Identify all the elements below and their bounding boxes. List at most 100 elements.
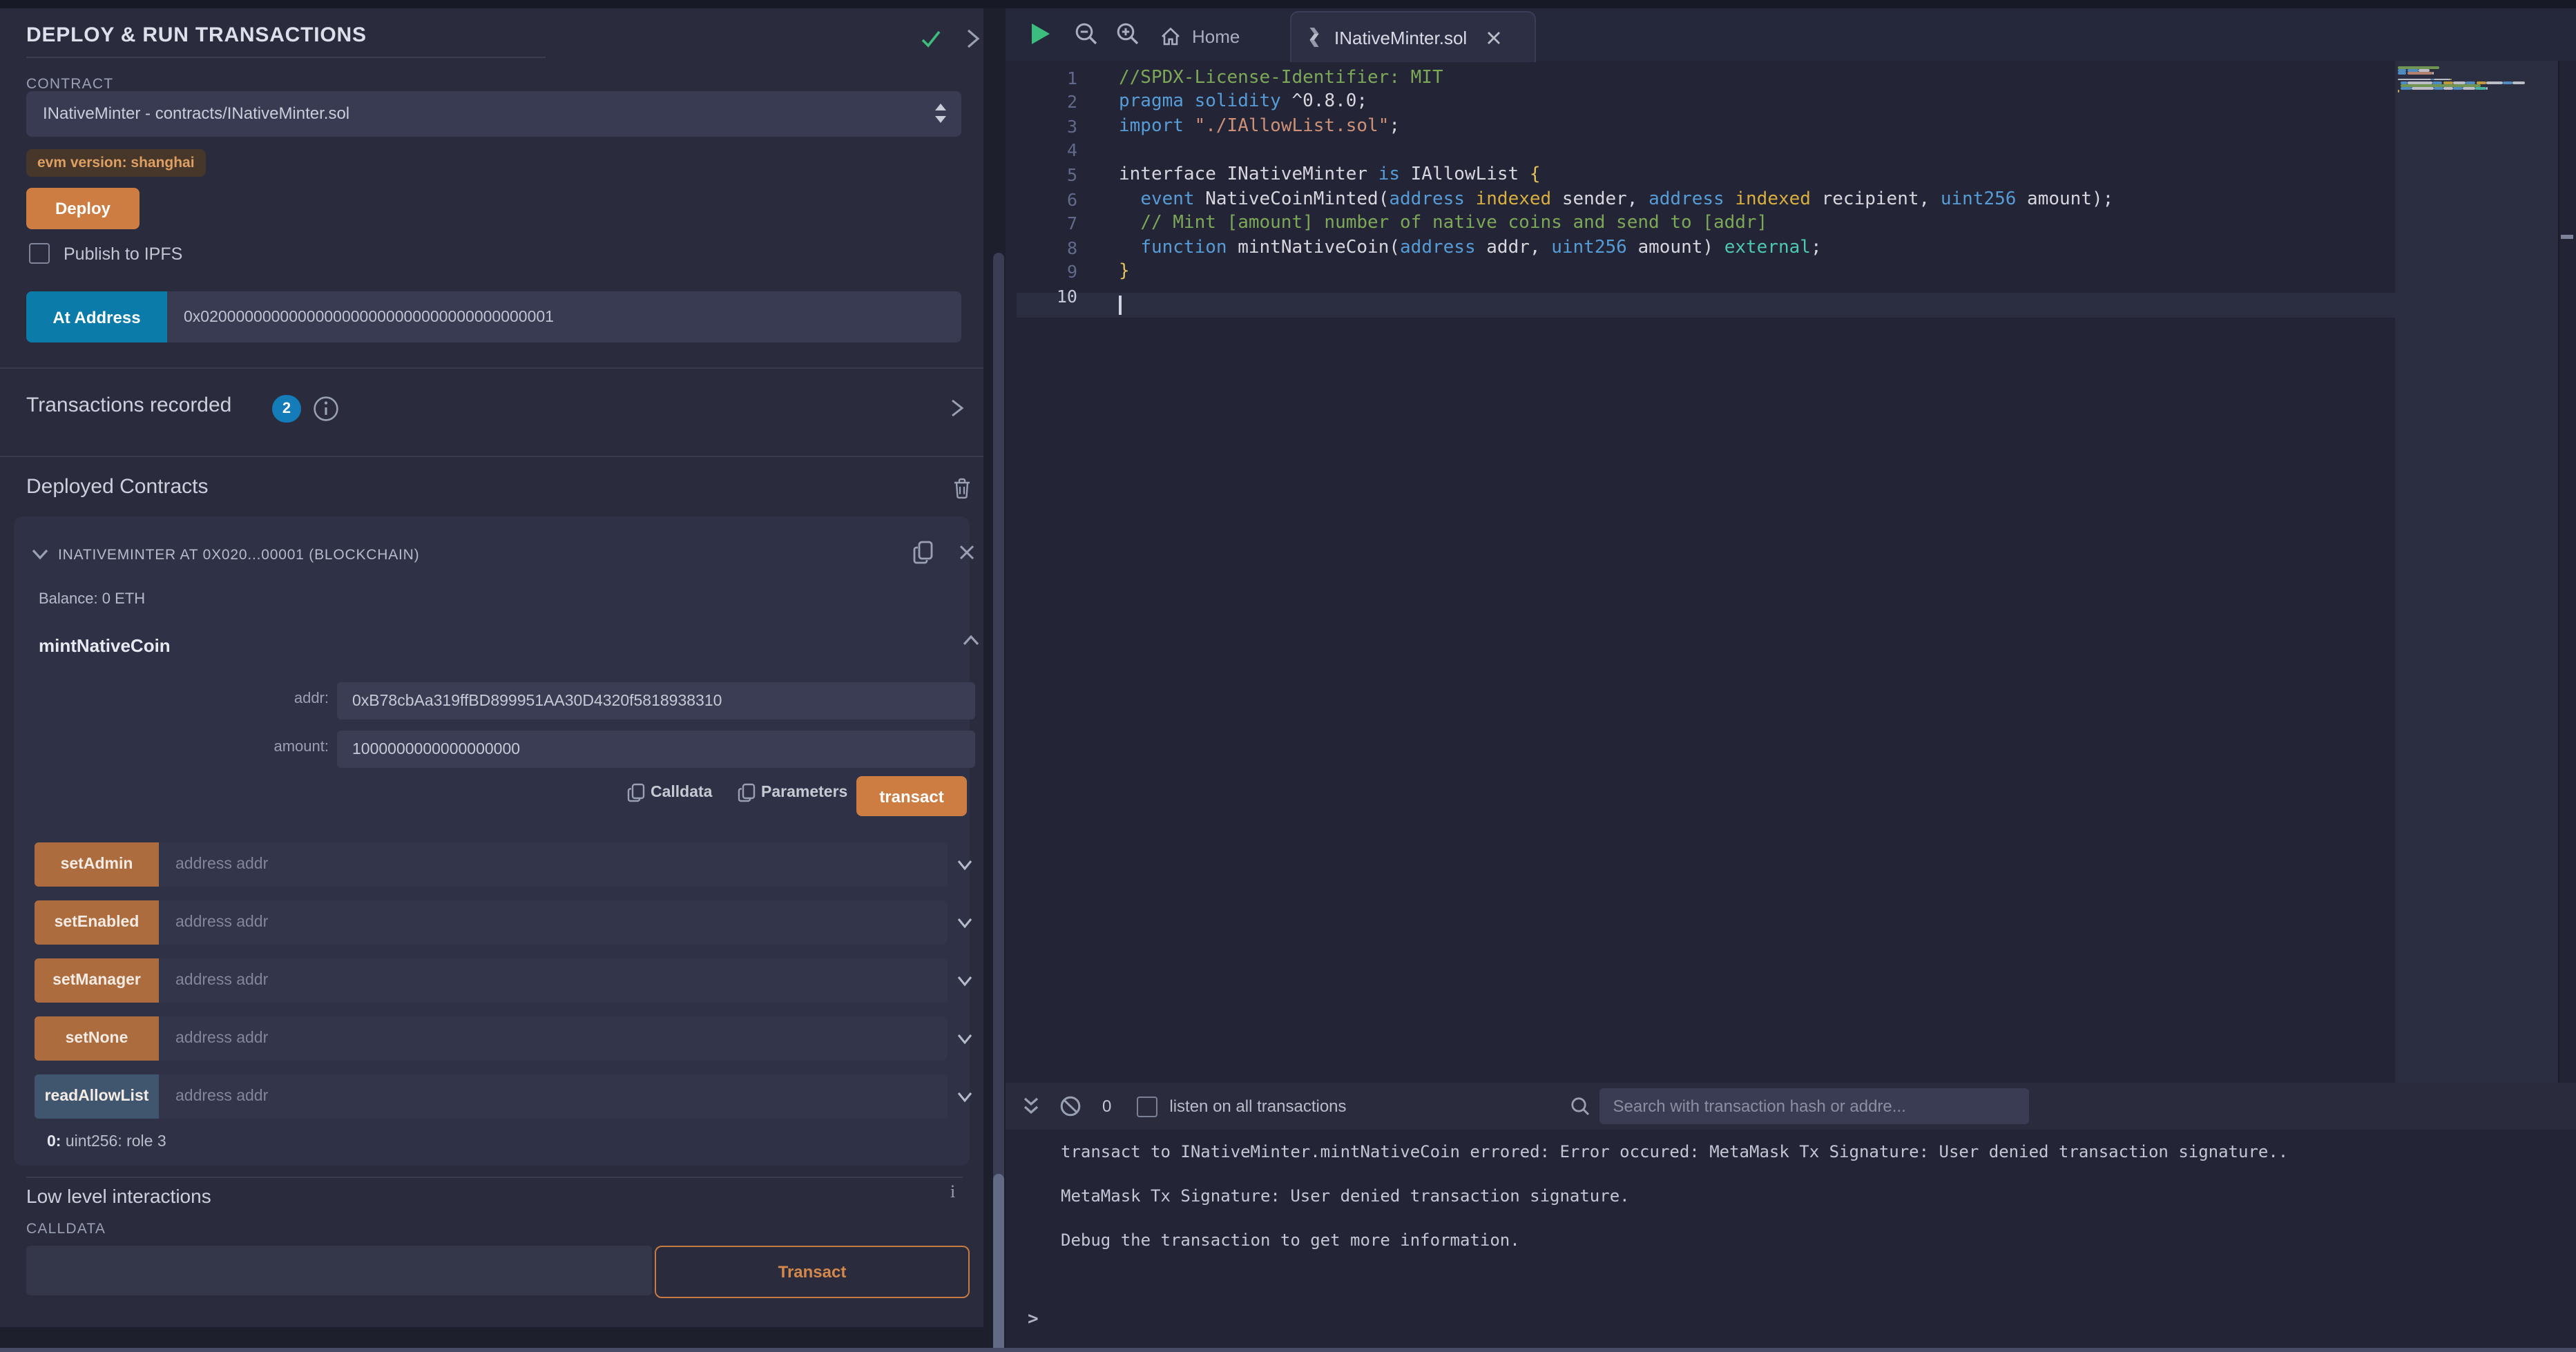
pending-tx-count: 0 <box>1102 1097 1111 1116</box>
code-line-1: //SPDX-License-Identifier: MIT <box>1119 66 2113 90</box>
at-address-button[interactable]: At Address <box>26 291 167 342</box>
remix-ide-window: DEPLOY & RUN TRANSACTIONS CONTRACT INati… <box>0 0 2576 1352</box>
minimap-line-9 <box>2398 90 2399 93</box>
code-line-7: // Mint [amount] number of native coins … <box>1119 211 2113 235</box>
deploy-button[interactable]: Deploy <box>26 188 140 229</box>
transactions-count-badge: 2 <box>272 395 301 423</box>
minimap[interactable] <box>2395 61 2558 1083</box>
select-updown-icon <box>934 102 948 124</box>
low-level-calldata-input[interactable] <box>26 1246 652 1295</box>
terminal-prompt[interactable]: > <box>1028 1309 1039 1330</box>
contract-select[interactable]: INativeMinter - contracts/INativeMinter.… <box>26 91 961 137</box>
terminal-logs: transact to INativeMinter.mintNativeCoin… <box>1061 1141 2288 1273</box>
home-icon <box>1160 26 1181 46</box>
line-number-1: 1 <box>1006 66 1077 90</box>
deploy-run-panel: DEPLOY & RUN TRANSACTIONS CONTRACT INati… <box>0 8 983 1327</box>
readAllowList-expand-chevron-icon[interactable] <box>948 1074 981 1119</box>
run-script-play-icon[interactable] <box>1030 22 1051 46</box>
terminal-log-1: transact to INativeMinter.mintNativeCoin… <box>1061 1141 2288 1163</box>
publish-ipfs-row: Publish to IPFS <box>29 243 182 264</box>
clear-contracts-trash-icon[interactable] <box>952 476 972 500</box>
copy-calldata-icon[interactable] <box>627 783 645 804</box>
zoom-in-icon[interactable] <box>1116 22 1140 46</box>
setManager-expand-chevron-icon[interactable] <box>948 958 981 1003</box>
amount-input[interactable]: 1000000000000000000 <box>337 731 975 768</box>
minimap-line-3 <box>2398 73 2406 75</box>
addr-input[interactable]: 0xB78cbAa319ffBD899951AA30D4320f58189383… <box>337 682 975 720</box>
setAdmin-button[interactable]: setAdmin <box>35 842 159 887</box>
close-tab-icon[interactable] <box>1486 30 1501 45</box>
contract-collapse-chevron-icon[interactable] <box>30 545 50 562</box>
code-line-8: function mintNativeCoin(address addr, ui… <box>1119 236 2113 260</box>
transactions-expand-chevron-icon[interactable] <box>948 398 965 418</box>
setEnabled-args-input[interactable] <box>159 900 948 945</box>
at-address-input[interactable]: 0x02000000000000000000000000000000000000… <box>167 291 961 342</box>
setManager-args-input[interactable] <box>159 958 948 1003</box>
deployed-contracts-title: Deployed Contracts <box>26 475 208 499</box>
setNone-expand-chevron-icon[interactable] <box>948 1016 981 1061</box>
setManager-button[interactable]: setManager <box>35 958 159 1003</box>
parameters-copy-label[interactable]: Parameters <box>761 784 847 801</box>
code-editor: Home INativeMinter.sol 12345678910 //SPD… <box>1006 8 2576 1083</box>
minimap-line-6 <box>2407 81 2432 84</box>
minimap-line-1 <box>2398 66 2439 69</box>
clear-console-ban-icon[interactable] <box>1059 1095 1082 1117</box>
minimap-line-2 <box>2419 69 2430 72</box>
tab-inativeminter[interactable]: INativeMinter.sol <box>1290 11 1536 62</box>
setAdmin-expand-chevron-icon[interactable] <box>948 842 981 887</box>
transact-button[interactable]: transact <box>856 776 967 816</box>
overview-ruler-mark <box>2561 235 2573 238</box>
panel-collapse-chevron-icon[interactable] <box>963 28 982 50</box>
function-collapse-chevron-up-icon[interactable] <box>961 632 981 649</box>
code-line-3: import "./IAllowList.sol"; <box>1119 115 2113 139</box>
minimap-line-6 <box>2453 81 2466 84</box>
panel-scrollbar-thumb[interactable] <box>993 1174 1004 1352</box>
minimap-line-8 <box>2412 87 2434 90</box>
calldata-copy-label[interactable]: Calldata <box>651 784 713 801</box>
low-level-transact-button[interactable]: Transact <box>655 1246 970 1298</box>
transactions-info-icon[interactable] <box>312 395 340 423</box>
function-row-setManager: setManager <box>35 958 981 1003</box>
low-level-info-icon[interactable]: i <box>950 1181 955 1203</box>
line-number-5: 5 <box>1006 163 1077 187</box>
code-lines: //SPDX-License-Identifier: MITpragma sol… <box>1119 66 2113 309</box>
setAdmin-args-input[interactable] <box>159 842 948 887</box>
setEnabled-button[interactable]: setEnabled <box>35 900 159 945</box>
minimap-line-8 <box>2453 87 2463 90</box>
minimap-line-8 <box>2434 87 2443 90</box>
section-divider <box>26 1177 963 1178</box>
copy-parameters-icon[interactable] <box>738 783 756 804</box>
readAllowList-button[interactable]: readAllowList <box>35 1074 159 1119</box>
terminal-log-3: Debug the transaction to get more inform… <box>1061 1229 2288 1251</box>
setNone-args-input[interactable] <box>159 1016 948 1061</box>
line-number-gutter: 12345678910 <box>1006 66 1077 309</box>
tab-home[interactable]: Home <box>1160 19 1240 52</box>
readAllowList-args-input[interactable] <box>159 1074 948 1119</box>
terminal-search-icon <box>1570 1097 1590 1116</box>
function-row-setAdmin: setAdmin <box>35 842 981 887</box>
overview-ruler[interactable] <box>2558 61 2576 1083</box>
low-level-title: Low level interactions <box>26 1185 211 1207</box>
minimap-line-8 <box>2443 87 2453 90</box>
minimap-line-6 <box>2486 81 2503 84</box>
line-number-2: 2 <box>1006 90 1077 114</box>
remove-instance-close-icon[interactable] <box>959 544 975 561</box>
function-output: 0: uint256: role 3 <box>47 1134 166 1150</box>
window-top-strip <box>0 0 2576 8</box>
code-area[interactable]: 12345678910 //SPDX-License-Identifier: M… <box>1006 61 2576 1083</box>
minimap-line-2 <box>2398 69 2406 72</box>
evm-version-badge: evm version: shanghai <box>26 149 206 177</box>
setNone-button[interactable]: setNone <box>35 1016 159 1061</box>
minimap-line-6 <box>2443 81 2453 84</box>
copy-address-icon[interactable] <box>912 540 935 566</box>
minimap-line-6 <box>2477 81 2486 84</box>
line-number-4: 4 <box>1006 139 1077 163</box>
setEnabled-expand-chevron-icon[interactable] <box>948 900 981 945</box>
listen-transactions-checkbox[interactable] <box>1136 1096 1157 1117</box>
publish-ipfs-checkbox[interactable] <box>29 243 50 264</box>
terminal-search-input[interactable] <box>1599 1088 2029 1124</box>
terminal-expand-double-chevron-icon[interactable] <box>1021 1095 1041 1117</box>
editor-tabbar: Home INativeMinter.sol <box>1006 8 2576 61</box>
contract-instance-title[interactable]: INATIVEMINTER AT 0X020...00001 (BLOCKCHA… <box>58 547 419 563</box>
zoom-out-icon[interactable] <box>1075 22 1098 46</box>
